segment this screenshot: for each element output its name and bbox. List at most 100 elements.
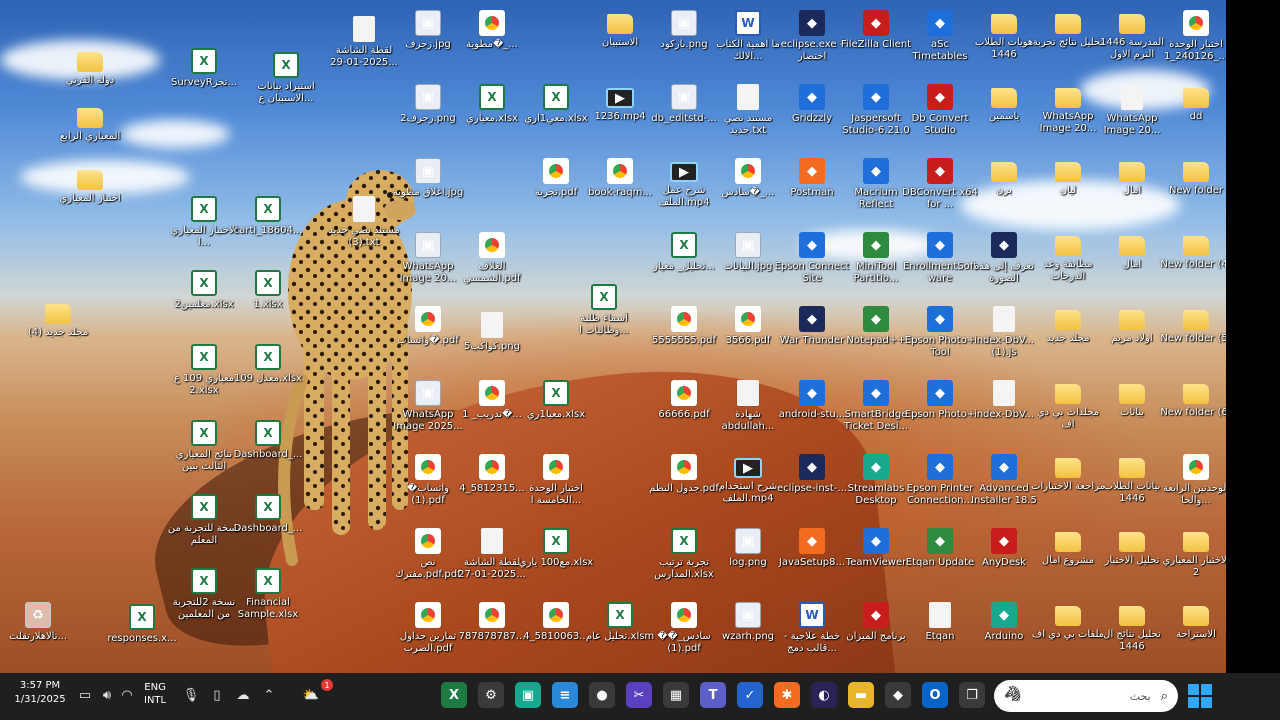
excel-icon: X [479, 84, 505, 110]
wifi-icon[interactable]: ◠ [116, 684, 138, 706]
taskbar-explorer-icon[interactable]: ▬ [848, 682, 874, 708]
desktop-icon-label: أسماء طلبة وطالبات ا... [579, 313, 629, 336]
desktop-icon[interactable]: اختبار المعياري [52, 166, 128, 205]
app-icon: ◆ [799, 84, 825, 110]
taskbar-teams-icon[interactable]: T [700, 682, 726, 708]
red-icon: ◆ [991, 528, 1017, 554]
desktop-icon[interactable]: الاستراحة [1158, 602, 1226, 641]
desktop-icon[interactable]: اختبار الوحدة الخامسة ا... [518, 454, 594, 507]
taskbar-notepad-icon[interactable]: ≡ [552, 682, 578, 708]
navy-icon: ◆ [799, 10, 825, 36]
desktop-icon-label: الوحدتين الرابعة والخا... [1162, 483, 1226, 506]
clock[interactable]: 3:57 PM 1/31/2025 [8, 679, 72, 707]
desktop-icon[interactable]: New folder [1158, 158, 1226, 197]
desktop-icon[interactable]: X أسماء طلبة وطالبات ا... [566, 284, 642, 337]
start-logo-tile [1201, 684, 1212, 695]
desktop-icon[interactable]: ♻ تالاهلارتقلت... [0, 602, 76, 643]
volume-icon[interactable]: 🔊︎ [96, 684, 118, 706]
microphone-icon[interactable]: 🎙︎ [180, 684, 202, 706]
excel-icon: X [671, 232, 697, 258]
taskbar-outlook-icon[interactable]: O [922, 682, 948, 708]
chevron-up-icon[interactable]: ⌃ [258, 684, 280, 706]
desktop-icon[interactable]: الوحدتين الرابعة والخا... [1158, 454, 1226, 507]
start-logo-tile [1201, 697, 1212, 708]
desktop-icon[interactable]: المعياري الرابع [52, 104, 128, 143]
folder-icon [1119, 532, 1145, 552]
desktop-icon[interactable]: اختبار الوحدة _240126_1... [1158, 10, 1226, 63]
file-icon [1121, 84, 1143, 110]
desktop-icon[interactable]: New folder (4) [1158, 232, 1226, 271]
desktop-icon[interactable]: مجلد جديد (4) [20, 300, 96, 339]
pdf-icon [671, 380, 697, 406]
desktop-icon[interactable]: كواكب5.png [454, 312, 530, 353]
zebra-search-highlight-icon: 🦓 [1004, 686, 1022, 702]
taskbar-xampp-icon[interactable]: ✱ [774, 682, 800, 708]
input-language[interactable]: ENG INTL [144, 681, 166, 707]
orange-icon: ◆ [799, 528, 825, 554]
desktop-icon[interactable]: X Financial Sample.xlsx [230, 568, 306, 621]
desktop-icon-label: اختبار الوحدة _240126_1... [1163, 39, 1226, 62]
taskbar-copilot-icon[interactable]: ◆ [885, 682, 911, 708]
taskbar-streamlabs-icon[interactable]: ▣ [515, 682, 541, 708]
screen-border [1226, 0, 1280, 673]
desktop-icon[interactable]: الغلاف الشمسي.pdf [454, 232, 530, 285]
taskbar-settings-icon[interactable]: ⚙ [478, 682, 504, 708]
desktop-icon[interactable]: New folder (5) [1158, 306, 1226, 345]
taskbar-eclipse-icon[interactable]: ◐ [811, 682, 837, 708]
word-icon: W [735, 10, 761, 36]
start-logo-tile [1188, 697, 1199, 708]
desktop-icon[interactable]: X معيا1ري.xlsx [518, 380, 594, 421]
excel-icon: X [543, 528, 569, 554]
desktop-icon[interactable]: dd [1158, 84, 1226, 123]
image-icon: ▣ [415, 158, 441, 184]
desktop-icon[interactable]: ▣ اغلاق مطوية.jpg [390, 158, 466, 199]
desktop-icon-label: المعياري الرابع [59, 131, 121, 142]
folder-icon [1119, 458, 1145, 478]
desktop-icon[interactable]: دولة القرني [52, 48, 128, 87]
image-icon: ▣ [415, 84, 441, 110]
desktop-icon[interactable]: Xresponses.x... [104, 604, 180, 645]
lang-top: ENG [144, 682, 166, 693]
desktop-icon[interactable]: X SurveyRتجز... [166, 48, 242, 89]
onedrive-icon[interactable]: ☁ [232, 684, 254, 706]
teal-icon: ◆ [863, 454, 889, 480]
folder-icon [1183, 532, 1209, 552]
desktop-icon[interactable]: مطوية�_... [454, 10, 530, 51]
folder-icon [991, 88, 1017, 108]
battery-icon[interactable]: ▭ [74, 684, 96, 706]
taskbar-todo-icon[interactable]: ✓ [737, 682, 763, 708]
search-box[interactable]: 🦓 بحث ⌕ [994, 680, 1178, 712]
pdf-icon [607, 158, 633, 184]
image-icon: ▣ [735, 602, 761, 628]
desktop-icon[interactable]: X معدل 109.xlsx [230, 344, 306, 385]
pdf-icon [735, 158, 761, 184]
desktop-icon[interactable]: X 1.xlsx [230, 270, 306, 311]
taskbar-store-icon[interactable]: ▦ [663, 682, 689, 708]
desktop-icon[interactable]: X مع100 ياري.xlsx [518, 528, 594, 569]
desktop-icon-label: الاستراحة [1176, 629, 1216, 640]
taskbar-excel-icon[interactable]: X [441, 682, 467, 708]
desktop-icon-label: New folder [1168, 185, 1224, 196]
usb-icon[interactable]: ▯ [206, 684, 228, 706]
desktop-icon-label: New folder (4) [1160, 259, 1226, 270]
desktop-icon-label: carti_18604... [233, 225, 303, 236]
weather-icon[interactable]: ⛅ [300, 684, 322, 706]
pdf-icon [543, 158, 569, 184]
desktop-icon[interactable]: X استيراد بيانات الاستبيان ع... [248, 52, 324, 105]
app-icon: ◆ [927, 10, 953, 36]
taskbar-chrome-icon[interactable]: ● [589, 682, 615, 708]
excel-icon: X [191, 568, 217, 594]
desktop-icon-label: الغلاف الشمسي.pdf [463, 261, 521, 284]
desktop-icon[interactable]: X Dashboard_... [230, 494, 306, 535]
folder-icon [1055, 88, 1081, 108]
taskbar-task-view-icon[interactable]: ❐ [959, 682, 985, 708]
desktop-icon[interactable]: الاختبار المعياري 2 [1158, 528, 1226, 579]
desktop-icon[interactable]: X Dashboard_... [230, 420, 306, 461]
file-icon [993, 380, 1015, 406]
pdf-icon [479, 454, 505, 480]
desktop-icon[interactable]: New folder (6) [1158, 380, 1226, 419]
start-button[interactable] [1188, 684, 1212, 708]
desktop-icon-label: معدل 109.xlsx [234, 373, 302, 384]
desktop-icon[interactable]: Xcarti_18604... [230, 196, 306, 237]
taskbar-snipping-icon[interactable]: ✂ [626, 682, 652, 708]
